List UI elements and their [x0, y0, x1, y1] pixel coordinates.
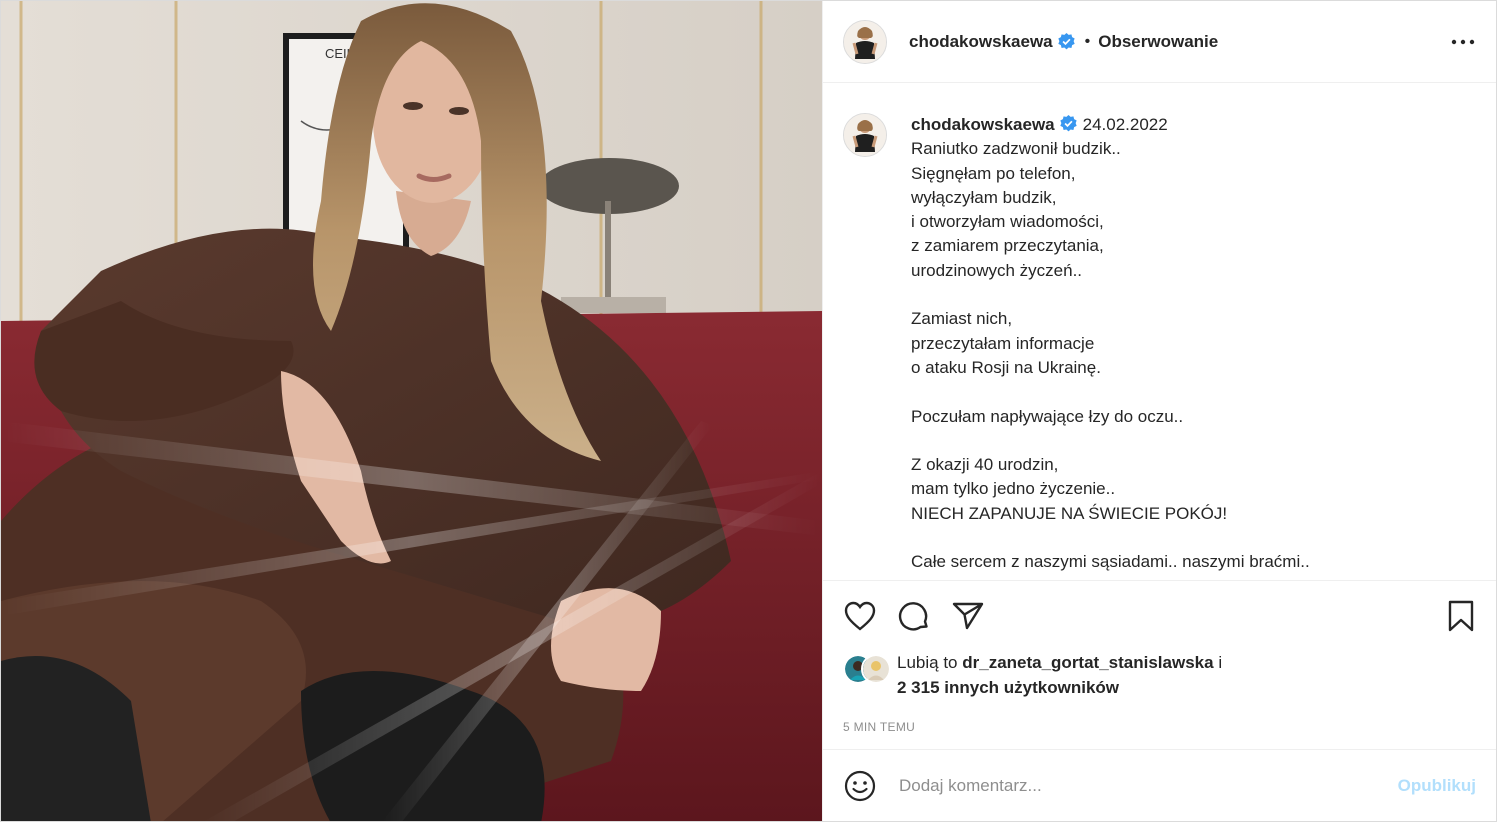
- post-image: CEILING: [1, 1, 822, 821]
- post-side-panel: chodakowskaewa • Obserwowanie chodakowsk…: [822, 1, 1496, 821]
- comment-input[interactable]: [897, 774, 1398, 797]
- verified-badge-icon: [1059, 115, 1077, 132]
- caption-line: i otworzyłam wiadomości,: [911, 212, 1104, 232]
- liker-avatars: [843, 654, 893, 684]
- caption-line: [911, 380, 1310, 404]
- caption-body: chodakowskaewa 24.02.2022 Raniutko zadzw…: [911, 113, 1310, 580]
- likes-count[interactable]: 2 315 innych użytkowników: [897, 678, 1119, 697]
- more-dots-icon[interactable]: [1450, 29, 1476, 55]
- caption-line: wyłączyłam budzik,: [911, 187, 1057, 207]
- post-time-ago[interactable]: 5 MIN TEMU: [823, 710, 1496, 744]
- caption-area: chodakowskaewa 24.02.2022 Raniutko zadzw…: [823, 83, 1496, 580]
- likes-prefix: Lubią to: [897, 653, 958, 672]
- comment-bar: Opublikuj: [823, 749, 1496, 821]
- bookmark-icon[interactable]: [1444, 599, 1478, 633]
- verified-badge-icon: [1057, 33, 1075, 50]
- following-button[interactable]: Obserwowanie: [1098, 32, 1218, 52]
- caption-line: Zamiast nich,: [911, 309, 1013, 329]
- caption-line: NIECH ZAPANUJE NA ŚWIECIE POKÓJ!: [911, 503, 1228, 523]
- liker-avatar[interactable]: [861, 654, 891, 684]
- caption-line: Całe sercem z naszymi sąsiadami.. naszym…: [911, 552, 1310, 572]
- publish-button[interactable]: Opublikuj: [1398, 776, 1476, 796]
- caption-line: [911, 283, 1310, 307]
- caption-line: przeczytałam informacje: [911, 333, 1095, 353]
- post-modal: CEILING: [0, 0, 1497, 822]
- post-header: chodakowskaewa • Obserwowanie: [823, 1, 1496, 83]
- caption-line: z zamiarem przeczytania,: [911, 236, 1104, 256]
- likes-text: Lubią to dr_zaneta_gortat_stanislawska i…: [897, 650, 1222, 700]
- likes-connector: i: [1218, 653, 1223, 672]
- caption-line: urodzinowych życzeń..: [911, 260, 1083, 280]
- post-photo[interactable]: CEILING: [1, 1, 822, 821]
- post-date: 24.02.2022: [1082, 115, 1168, 134]
- caption-text: Raniutko zadzwonił budzik.. Sięgnęłam po …: [911, 137, 1310, 574]
- caption-username[interactable]: chodakowskaewa: [911, 115, 1055, 134]
- caption-line: o ataku Rosji na Ukrainę.: [911, 357, 1101, 377]
- liker-username[interactable]: dr_zaneta_gortat_stanislawska: [962, 653, 1213, 672]
- caption-line: Raniutko zadzwonił budzik..: [911, 139, 1121, 159]
- caption-line: [911, 526, 1310, 550]
- author-avatar[interactable]: [843, 19, 887, 64]
- caption-line: [911, 429, 1310, 453]
- author-username[interactable]: chodakowskaewa: [909, 32, 1053, 52]
- caption-line: Sięgnęłam po telefon,: [911, 163, 1076, 183]
- heart-icon[interactable]: [843, 599, 877, 633]
- paper-plane-icon[interactable]: [951, 599, 985, 633]
- caption-line: mam tylko jedno życzenie..: [911, 479, 1116, 499]
- action-bar: [823, 580, 1496, 650]
- comment-icon[interactable]: [897, 599, 931, 633]
- caption-author-avatar[interactable]: [843, 113, 887, 157]
- caption-line: Poczułam napływające łzy do oczu..: [911, 406, 1184, 426]
- separator-dot: •: [1084, 32, 1091, 50]
- smiley-icon[interactable]: [843, 769, 877, 803]
- likes-section: Lubią to dr_zaneta_gortat_stanislawska i…: [823, 650, 1496, 710]
- caption-line: Z okazji 40 urodzin,: [911, 455, 1059, 475]
